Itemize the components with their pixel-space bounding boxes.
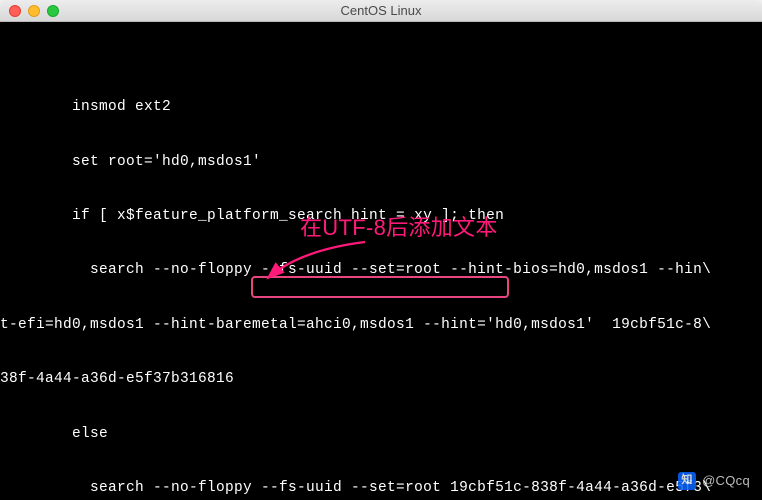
grub-line: if [ x$feature_platform_search_hint = xy… [0, 207, 762, 225]
watermark: 知 @CQcq [678, 472, 750, 490]
traffic-lights [0, 5, 59, 17]
maximize-button[interactable] [47, 5, 59, 17]
grub-line: search --no-floppy --fs-uuid --set=root … [0, 479, 762, 497]
terminal-screen[interactable]: insmod ext2 set root='hd0,msdos1' if [ x… [0, 22, 762, 500]
watermark-handle: @CQcq [702, 473, 750, 489]
close-button[interactable] [9, 5, 21, 17]
minimize-button[interactable] [28, 5, 40, 17]
grub-line: set root='hd0,msdos1' [0, 153, 762, 171]
grub-line: else [0, 425, 762, 443]
grub-line: search --no-floppy --fs-uuid --set=root … [0, 261, 762, 279]
titlebar: CentOS Linux [0, 0, 762, 22]
grub-line: insmod ext2 [0, 98, 762, 116]
app-window: CentOS Linux insmod ext2 set root='hd0,m… [0, 0, 762, 500]
grub-line: t-efi=hd0,msdos1 --hint-baremetal=ahci0,… [0, 316, 762, 334]
window-title: CentOS Linux [341, 3, 422, 18]
zhihu-icon: 知 [678, 472, 696, 490]
grub-line: 38f-4a44-a36d-e5f37b316816 [0, 370, 762, 388]
